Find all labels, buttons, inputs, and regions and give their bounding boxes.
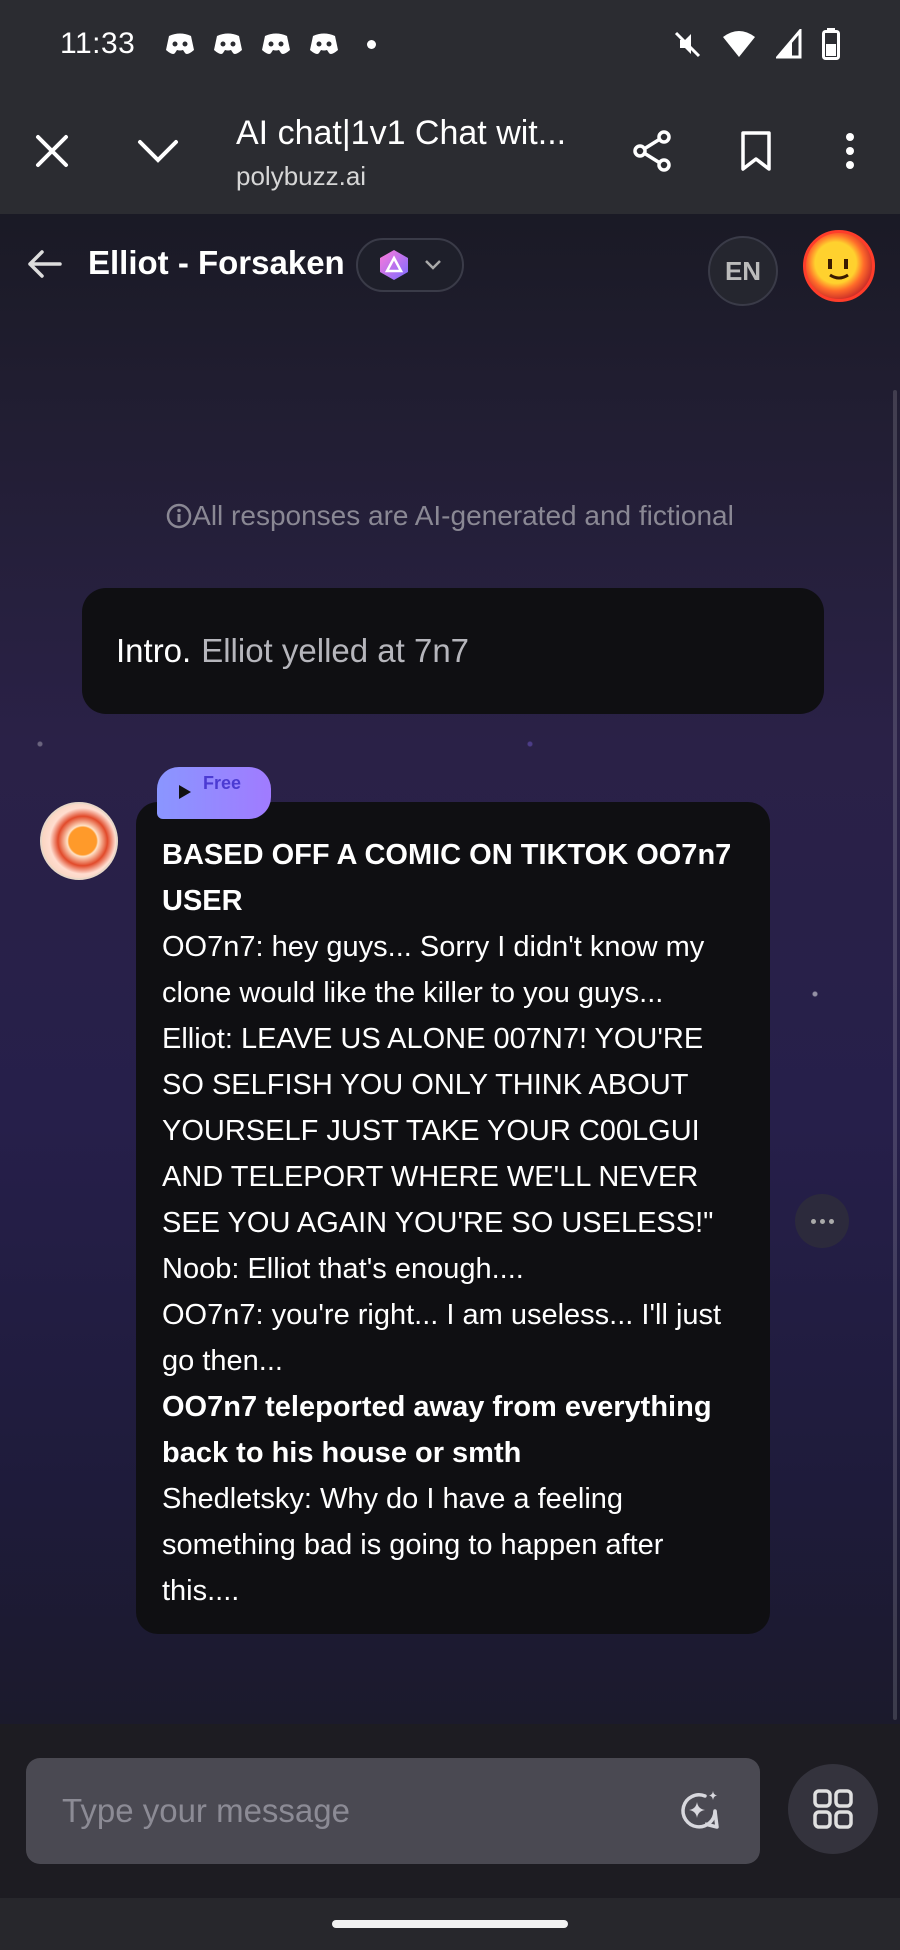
- wifi-icon: [723, 31, 755, 57]
- dot-icon: [828, 1218, 834, 1224]
- bookmark-button[interactable]: [726, 121, 786, 181]
- bookmark-icon: [741, 131, 771, 171]
- kebab-menu-icon: [846, 133, 854, 169]
- more-options-button[interactable]: [820, 121, 880, 181]
- free-badge-label: Free: [203, 773, 242, 793]
- intro-label: Intro.: [116, 632, 192, 669]
- more-notifications-dot: [367, 39, 377, 49]
- scrollbar[interactable]: [893, 390, 897, 1720]
- play-icon: [179, 785, 191, 799]
- close-tab-button[interactable]: [22, 121, 82, 181]
- character-name: Elliot - Forsaken: [88, 244, 345, 281]
- message-line: OO7n7: you're right... I am useless... I…: [162, 1299, 730, 1377]
- status-bar: 11:33: [0, 0, 900, 88]
- avatar-face-icon: [828, 259, 849, 280]
- minimize-button[interactable]: [128, 121, 188, 181]
- disclaimer-text: All responses are AI-generated and ficti…: [192, 500, 734, 531]
- signal-icon: [776, 29, 802, 59]
- message-line: Noob: Elliot that's enough....: [162, 1253, 524, 1285]
- discord-icon: [214, 33, 243, 54]
- page-title: AI chat|1v1 Chat wit...: [236, 114, 567, 152]
- message-more-button[interactable]: [795, 1194, 849, 1248]
- info-icon: [166, 503, 192, 529]
- character-message: BASED OFF A COMIC ON TIKTOK OO7n7 USER O…: [136, 802, 770, 1634]
- message-line: Shedletsky: Why do I have a feeling some…: [162, 1483, 672, 1607]
- page-host: polybuzz.ai: [236, 161, 367, 191]
- discord-icon: [310, 33, 339, 54]
- model-selector[interactable]: [356, 238, 464, 292]
- chat-header: Elliot - Forsaken EN: [0, 214, 900, 314]
- chevron-down-icon: [425, 260, 441, 270]
- user-avatar[interactable]: [803, 230, 875, 302]
- system-nav-bar: [0, 1898, 900, 1950]
- share-button[interactable]: [622, 121, 682, 181]
- character-avatar[interactable]: [40, 802, 118, 880]
- status-time: 11:33: [60, 27, 136, 60]
- discord-icon: [262, 33, 291, 54]
- menu-grid-button[interactable]: [788, 1764, 878, 1854]
- chevron-down-icon: [138, 140, 178, 163]
- system-icons: [672, 28, 840, 60]
- dot-icon: [819, 1218, 825, 1224]
- input-bar: [0, 1724, 900, 1898]
- model-icon: [380, 250, 408, 280]
- browser-toolbar: AI chat|1v1 Chat wit... polybuzz.ai: [0, 88, 900, 214]
- close-icon: [36, 135, 68, 167]
- intro-text: Elliot yelled at 7n7: [201, 632, 470, 669]
- language-button[interactable]: EN: [708, 236, 778, 306]
- share-icon: [633, 130, 671, 172]
- mute-icon: [674, 31, 701, 58]
- message-line: OO7n7 teleported away from everything ba…: [162, 1391, 720, 1469]
- discord-icon: [166, 33, 195, 54]
- intro-card: Intro. Elliot yelled at 7n7: [82, 588, 824, 714]
- grid-icon: [813, 1789, 853, 1829]
- message-line: Elliot: LEAVE US ALONE 007N7! YOU'RE SO …: [162, 1023, 714, 1239]
- message-line: BASED OFF A COMIC ON TIKTOK OO7n7 USER: [162, 839, 740, 917]
- free-badge[interactable]: Free: [157, 767, 271, 819]
- message-line: OO7n7: hey guys... Sorry I didn't know m…: [162, 931, 713, 1009]
- back-arrow-icon[interactable]: [24, 244, 64, 284]
- battery-icon: [822, 28, 840, 60]
- sparkle-chat-icon: [681, 1791, 719, 1829]
- message-input[interactable]: [26, 1758, 760, 1864]
- home-indicator[interactable]: [332, 1920, 568, 1928]
- url-block[interactable]: AI chat|1v1 Chat wit... polybuzz.ai: [236, 114, 566, 192]
- ai-suggest-button[interactable]: [672, 1784, 726, 1838]
- ai-disclaimer: All responses are AI-generated and ficti…: [0, 500, 900, 532]
- notification-icons: [165, 32, 377, 56]
- dot-icon: [810, 1218, 816, 1224]
